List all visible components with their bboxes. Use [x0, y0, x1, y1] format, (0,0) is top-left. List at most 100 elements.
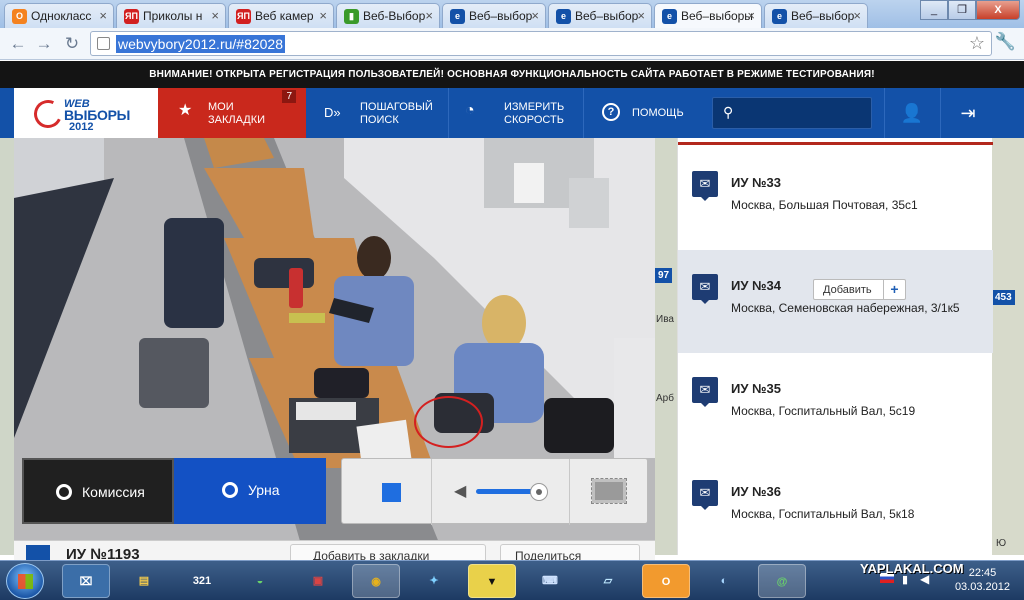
qip-icon[interactable]: ✦ [410, 564, 458, 598]
chart-icon: ▮ [344, 9, 359, 24]
clock-time: 22:45 [968, 567, 997, 579]
site-search-input[interactable]: ⚲ [712, 97, 872, 129]
webvybory-icon: e [450, 9, 465, 24]
reload-icon[interactable]: ↻ [60, 32, 84, 56]
camera-urn-button[interactable]: Урна [174, 458, 326, 524]
map-marker[interactable]: 97 [655, 268, 673, 283]
nav-speed-line1: ИЗМЕРИТЬ [504, 101, 565, 113]
address-bar[interactable]: webvybory2012.ru/#82028 ☆ [90, 31, 992, 56]
nav-bookmarks-line2: ЗАКЛАДКИ [208, 114, 266, 126]
stop-icon[interactable] [382, 483, 401, 502]
tab-webvybory-stats[interactable]: ▮ Веб-Выбор × [336, 3, 440, 28]
floppy-icon[interactable]: ▣ [294, 564, 342, 598]
ballot-box-icon: ✉ [692, 171, 718, 201]
fullscreen-icon[interactable] [591, 478, 627, 504]
site-header: WEB ВЫБОРЫ 2012 ★ МОИ ЗАКЛАДКИ 7 D» ПОША… [0, 88, 1024, 138]
close-icon[interactable]: × [211, 8, 219, 23]
site-watermark: YAPLAKAL.COM [860, 561, 964, 576]
batman-icon[interactable]: ▼ [468, 564, 516, 598]
tab-webvybory-2[interactable]: e Веб–выбор × [548, 3, 652, 28]
station-address: Москва, Госпитальный Вал, 5к18 [731, 507, 915, 521]
nav-speed-line2: СКОРОСТЬ [504, 114, 564, 126]
station-address: Москва, Семеновская набережная, 3/1к5 [731, 301, 960, 315]
close-icon[interactable]: × [853, 8, 861, 23]
back-icon[interactable]: ← [6, 32, 30, 56]
list-top-border [678, 142, 993, 145]
nav-step-search[interactable]: D» ПОШАГОВЫЙ ПОИСК [306, 88, 449, 138]
webvybory-icon: e [772, 9, 787, 24]
folder-icon[interactable]: ▤ [120, 564, 168, 598]
close-icon[interactable]: × [531, 8, 539, 23]
url-text[interactable]: webvybory2012.ru/#82028 [116, 35, 286, 53]
divider [569, 459, 570, 525]
page-icon [97, 37, 110, 50]
tab-webvybory-active[interactable]: e Веб–выборы × [654, 3, 762, 28]
nav-step-line1: ПОШАГОВЫЙ [360, 101, 433, 113]
list-item[interactable]: ✉ ИУ №35 Москва, Госпитальный Вал, 5с19 [678, 353, 993, 456]
window-close-button[interactable]: X [976, 0, 1020, 20]
nav-help[interactable]: ? ПОМОЩЬ [584, 88, 695, 138]
logout-icon[interactable]: ⇥ [940, 88, 995, 138]
bookmark-star-icon[interactable]: ☆ [969, 33, 985, 54]
notice-banner: ВНИМАНИЕ! ОТКРЫТА РЕГИСТРАЦИЯ ПОЛЬЗОВАТЕ… [0, 61, 1024, 88]
close-icon[interactable]: × [425, 8, 433, 23]
tab-webcam[interactable]: ЯП Веб камер × [228, 3, 334, 28]
firefox-icon[interactable]: ◐ [700, 564, 748, 598]
station-title: ИУ №36 [731, 484, 781, 499]
bookmarks-count-badge: 7 [282, 90, 296, 103]
nav-my-bookmarks[interactable]: ★ МОИ ЗАКЛАДКИ 7 [158, 88, 306, 138]
map-label: Ю [996, 538, 1007, 549]
webvybory-icon: e [556, 9, 571, 24]
mail-agent-icon[interactable]: @ [758, 564, 806, 598]
tab-label: Веб–выбор [575, 9, 639, 23]
tab-label: Приколы н [143, 9, 203, 23]
tab-prikoly[interactable]: ЯП Приколы н × [116, 3, 226, 28]
speedometer-icon: ◔ [465, 102, 475, 119]
tab-label: Веб–выбор [791, 9, 855, 23]
add-station-button[interactable]: Добавить + [813, 279, 906, 300]
forward-icon[interactable]: → [32, 32, 56, 56]
volume-icon[interactable]: ◀ [454, 481, 466, 501]
picasa-icon[interactable]: ◒ [236, 564, 284, 598]
tab-webvybory-1[interactable]: e Веб–выбор × [442, 3, 546, 28]
tab-webvybory-3[interactable]: e Веб–выбор × [764, 3, 868, 28]
media-classic-icon[interactable]: 321 [178, 564, 226, 598]
maximize-button[interactable]: ❐ [948, 0, 976, 20]
yaplakal-icon: ЯП [124, 9, 139, 24]
wrench-icon[interactable]: 🔧 [995, 32, 1016, 52]
nav-measure-speed[interactable]: ◔ ИЗМЕРИТЬ СКОРОСТЬ [449, 88, 584, 138]
tab-odnoklassniki[interactable]: О Однокласс × [4, 3, 114, 28]
nav-bookmarks-label: МОИ ЗАКЛАДКИ [208, 101, 265, 127]
start-button[interactable] [6, 563, 44, 599]
camera-commission-button[interactable]: Комиссия [22, 458, 174, 524]
keyboard-icon[interactable]: ⌨ [526, 564, 574, 598]
list-item[interactable]: ✉ ИУ №33 Москва, Большая Почтовая, 35с1 [678, 147, 993, 250]
user-icon[interactable]: 👤 [884, 88, 939, 138]
note-icon[interactable]: ▱ [584, 564, 632, 598]
close-icon[interactable]: × [637, 8, 645, 23]
yaplakal-icon: ЯП [236, 9, 251, 24]
control-panel-icon[interactable]: ⌧ [62, 564, 110, 598]
tab-label: Однокласс [31, 9, 92, 23]
list-item[interactable]: ✉ ИУ №36 Москва, Госпитальный Вал, 5к18 [678, 456, 993, 559]
plus-icon: + [883, 280, 905, 299]
ok-icon[interactable]: О [642, 564, 690, 598]
help-icon: ? [602, 103, 620, 121]
tab-label: Веб камер [255, 9, 314, 23]
close-icon[interactable]: × [99, 8, 107, 23]
site-logo[interactable]: WEB ВЫБОРЫ 2012 [14, 88, 158, 138]
list-item[interactable]: ✉ ИУ №34 Добавить + Москва, Семеновская … [678, 250, 993, 353]
chrome-icon[interactable]: ◉ [352, 564, 400, 598]
close-icon[interactable]: × [319, 8, 327, 23]
logo-swoosh-icon [30, 96, 66, 132]
map-middle-strip: 97 Ива Арб [655, 138, 677, 555]
player-controls: ◀ [341, 458, 648, 525]
ballot-box-icon: ✉ [692, 377, 718, 407]
divider [431, 459, 432, 525]
close-icon[interactable]: × [747, 8, 755, 23]
map-marker[interactable]: 453 [992, 290, 1015, 305]
highlight-circle [414, 396, 483, 448]
tab-label: Веб–выборы [681, 9, 753, 23]
minimize-button[interactable]: _ [920, 0, 948, 20]
volume-slider-handle[interactable] [530, 483, 548, 501]
